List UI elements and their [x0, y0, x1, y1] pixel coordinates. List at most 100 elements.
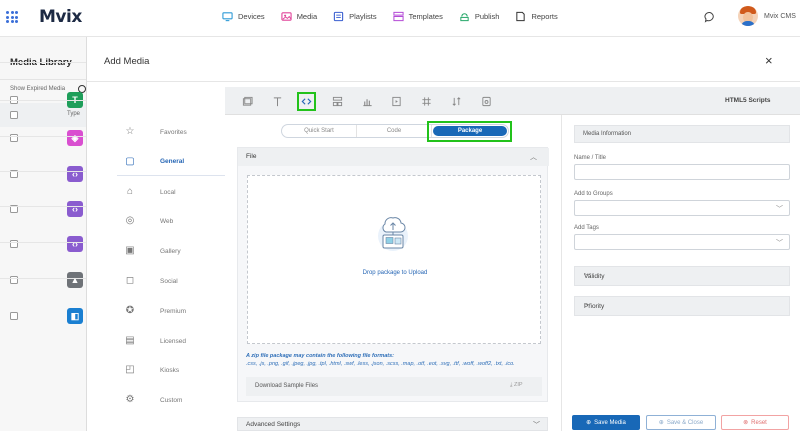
row-divider	[0, 278, 86, 279]
nav-publish[interactable]: Publish	[459, 11, 499, 22]
general-icon: ▢	[125, 155, 135, 167]
reset-button[interactable]: ⊗ Reset	[721, 415, 789, 430]
category-kiosks[interactable]: ◰ Kiosks	[117, 356, 225, 384]
category-label: Custom	[160, 396, 183, 404]
advanced-settings-accordion[interactable]: Advanced Settings ﹀	[237, 417, 548, 431]
file-section-header[interactable]: File ︿	[238, 148, 549, 166]
media-type-icon[interactable]: ‹›	[67, 201, 83, 217]
media-icon	[281, 12, 292, 21]
category-social[interactable]: ◻ Social	[117, 267, 225, 295]
drop-instruction: Drop package to Upload	[362, 270, 428, 276]
media-type-toolbar: HTML5 Scripts	[225, 87, 800, 115]
web-icon: ◎	[125, 215, 135, 226]
category-licensed[interactable]: ▤ Licensed	[117, 327, 225, 355]
category-gallery[interactable]: ▣ Gallery	[117, 237, 225, 265]
segment-code[interactable]: Code	[357, 125, 432, 137]
category-label: General	[160, 158, 185, 165]
local-icon: ⌂	[126, 186, 134, 197]
category-web[interactable]: ◎ Web	[117, 207, 225, 235]
row-divider	[0, 100, 86, 101]
add-media-modal: Add Media × ☆ Favorites ▢ General ⌂ Local ◎ Web…	[86, 37, 800, 431]
tags-select[interactable]: ﹀	[574, 234, 790, 250]
folder-icon[interactable]	[239, 93, 255, 109]
save-media-button[interactable]: ⊕ Save Media	[572, 415, 640, 430]
custom-icon: ⚙	[125, 394, 135, 405]
category-local[interactable]: ⌂ Local	[117, 178, 225, 206]
category-label: Local	[160, 188, 176, 196]
chat-icon[interactable]	[704, 11, 716, 23]
chevron-down-icon: ﹀	[776, 240, 783, 247]
monitor-icon	[222, 12, 233, 22]
document-icon[interactable]	[478, 93, 494, 109]
save-close-button[interactable]: ⊕ Save & Close	[646, 415, 716, 430]
sort-icon[interactable]	[448, 93, 464, 109]
nav-label: Devices	[238, 12, 265, 21]
close-icon[interactable]: ×	[765, 54, 773, 67]
save-label: Save Media	[594, 419, 626, 426]
category-general[interactable]: ▢ General	[117, 148, 225, 176]
download-sample-bar[interactable]: Download Sample Files ⤓ ZIP	[246, 377, 542, 396]
nav-label: Templates	[408, 12, 443, 21]
nav-label: Media	[296, 12, 318, 21]
nav-media[interactable]: Media	[281, 11, 317, 22]
gallery-icon: ▣	[125, 245, 135, 256]
validity-accordion[interactable]: Validity ﹀	[574, 266, 790, 286]
segment-quick-start[interactable]: Quick Start	[282, 125, 357, 137]
type-column-header: Type	[67, 111, 81, 117]
kiosks-icon: ◰	[125, 364, 135, 375]
brand-logo[interactable]: Mvix	[39, 7, 82, 27]
name-input[interactable]	[574, 164, 790, 180]
hashtag-icon[interactable]	[418, 93, 434, 109]
zip-download-icon[interactable]: ⤓ ZIP	[510, 382, 523, 389]
media-library-panel: Media Library Show Expired Media Type T◈…	[0, 37, 86, 431]
groups-select[interactable]: ﹀	[574, 200, 790, 216]
media-type-icon[interactable]: ‹›	[67, 166, 83, 182]
social-icon: ◻	[125, 275, 135, 286]
nav-label: Playlists	[349, 12, 377, 21]
chart-icon[interactable]	[359, 93, 375, 109]
nav-devices[interactable]: Devices	[222, 11, 265, 22]
file-section-title: File	[246, 153, 257, 160]
category-label: Licensed	[160, 337, 187, 345]
user-avatar[interactable]	[738, 6, 758, 26]
code-icon[interactable]	[297, 92, 316, 111]
category-custom[interactable]: ⚙ Custom	[117, 386, 225, 414]
media-type-icon[interactable]: ‹›	[67, 236, 83, 252]
media-info-title: Media Information	[583, 131, 632, 137]
top-navbar: Mvix Devices Media Playlists Templates P…	[0, 0, 800, 37]
media-type-icon[interactable]: ▲	[67, 272, 83, 288]
file-section: File ︿ Drop package to Upload A zip file…	[237, 147, 549, 402]
divider	[0, 79, 86, 80]
divider	[87, 81, 800, 82]
category-label: Web	[160, 217, 174, 225]
nav-reports[interactable]: Reports	[515, 11, 558, 22]
apps-grid-icon[interactable]	[6, 11, 18, 23]
chevron-down-icon: ﹀	[584, 304, 591, 311]
package-dropzone[interactable]: Drop package to Upload	[247, 175, 541, 344]
zip-label: ZIP	[513, 382, 523, 388]
tags-label: Add Tags	[574, 225, 599, 231]
priority-accordion[interactable]: Priority ﹀	[574, 296, 790, 316]
row-divider	[0, 171, 86, 172]
text-icon[interactable]	[269, 93, 285, 109]
category-premium[interactable]: ✪ Premium	[117, 297, 225, 325]
category-favorites[interactable]: ☆ Favorites	[117, 118, 225, 146]
nav-templates[interactable]: Templates	[393, 11, 443, 22]
user-name[interactable]: Mvix CMS	[764, 13, 796, 20]
cloud-upload-icon	[378, 217, 408, 251]
publish-icon	[460, 13, 469, 22]
chevron-up-icon[interactable]: ︿	[530, 152, 537, 162]
save-close-icon: ⊕	[658, 420, 664, 426]
nav-playlists[interactable]: Playlists	[333, 11, 377, 22]
download-sample-label: Download Sample Files	[255, 383, 319, 389]
grid-widget-icon[interactable]	[329, 93, 345, 109]
category-label: Favorites	[160, 128, 187, 136]
media-type-icon[interactable]: ◧	[67, 308, 83, 324]
chevron-down-icon: ﹀	[776, 206, 783, 213]
select-all-checkbox[interactable]	[10, 111, 18, 119]
reports-icon	[516, 11, 526, 22]
row-checkbox[interactable]	[10, 312, 18, 320]
save-icon: ⊕	[586, 420, 592, 426]
presentation-icon[interactable]	[388, 93, 404, 109]
media-type-icon[interactable]: ◈	[67, 130, 83, 146]
